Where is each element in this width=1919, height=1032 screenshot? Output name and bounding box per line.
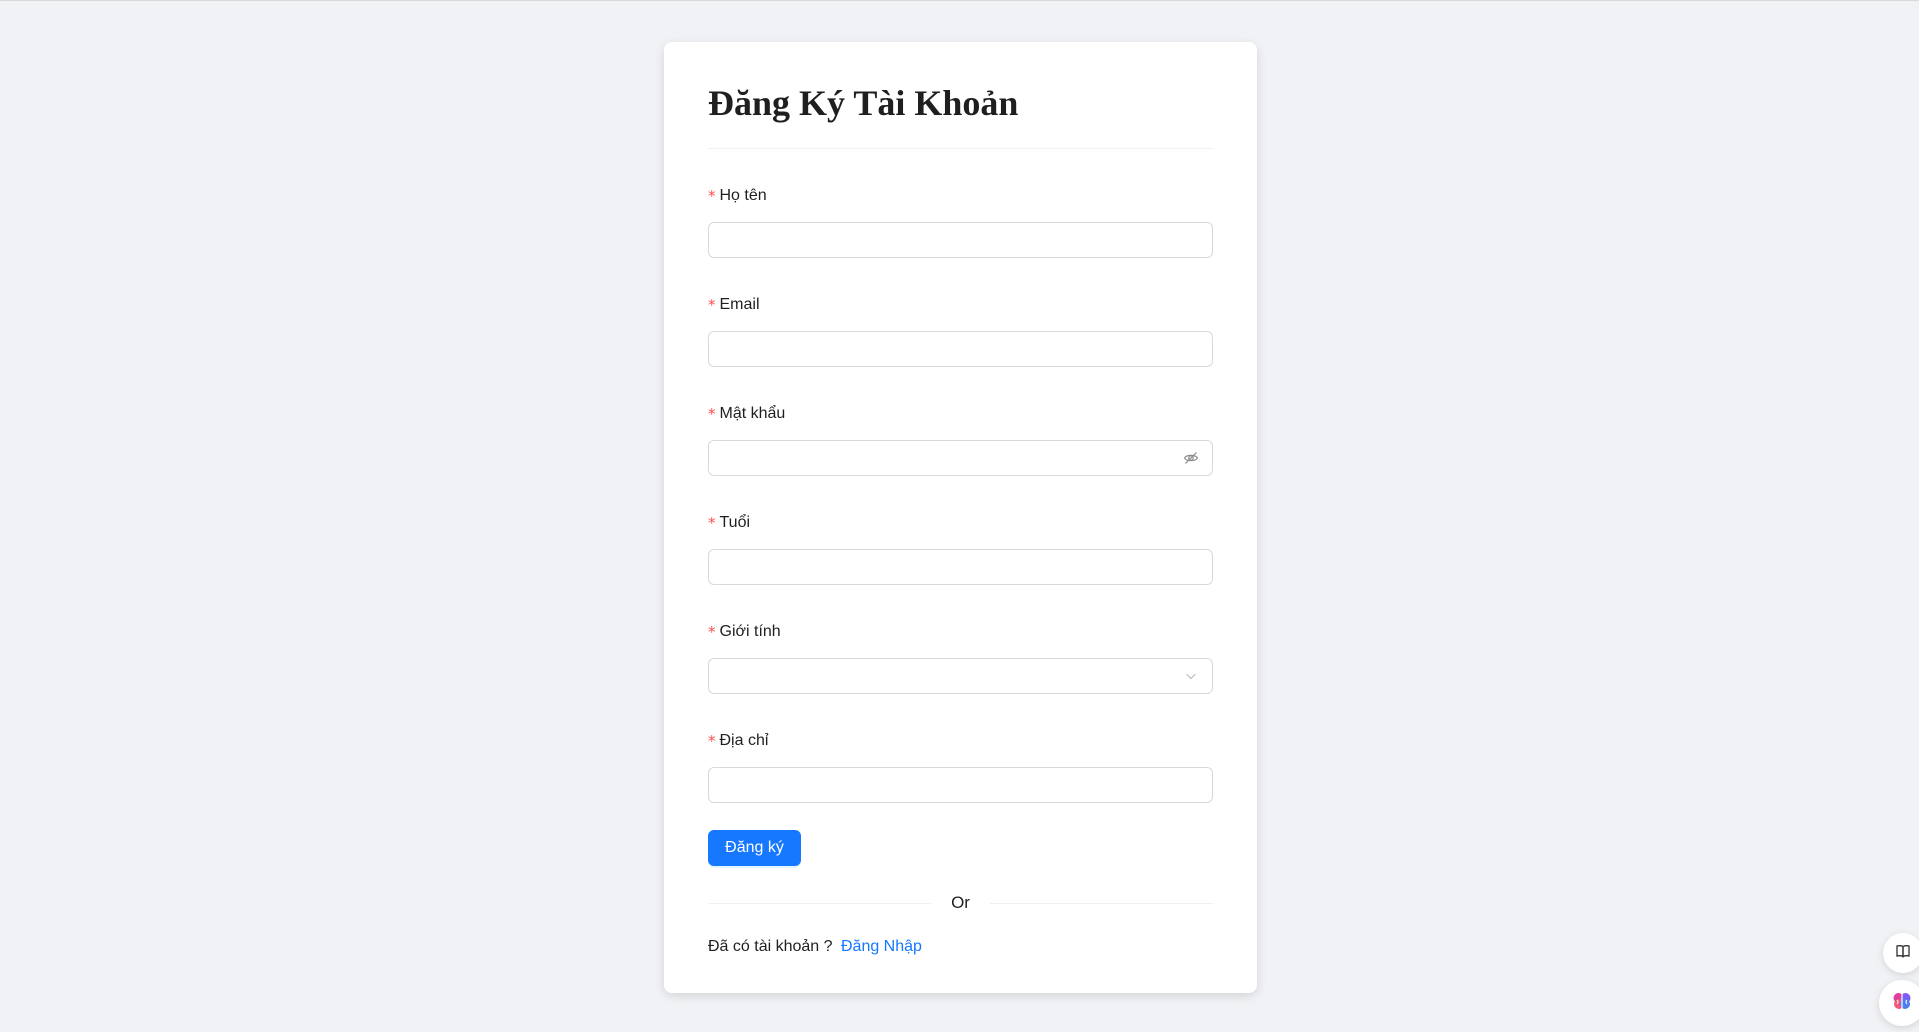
address-field[interactable] [708,767,1213,803]
field-label: * Họ tên [708,185,1213,207]
email-label: Email [719,296,760,313]
gender-label: Giới tính [719,623,781,640]
fullname-label: Họ tên [719,187,767,204]
book-button[interactable] [1883,933,1919,973]
field-label: * Tuổi [708,512,1213,534]
eye-invisible-icon[interactable] [1182,449,1200,467]
page-title: Đăng Ký Tài Khoản [708,83,1019,123]
age-label: Tuổi [719,514,751,531]
register-button[interactable]: Đăng ký [708,830,801,866]
form-item-password: * Mật khẩu [708,403,1213,476]
form-item-fullname: * Họ tên [708,185,1213,258]
form-item-gender: * Giới tính [708,621,1213,694]
field-label: * Email [708,294,1213,316]
top-border [0,0,1919,1]
divider-line [708,902,932,904]
required-mark: * [708,623,716,641]
required-mark: * [708,514,716,532]
required-mark: * [708,296,716,314]
age-input[interactable] [709,550,1212,584]
form-item-address: * Địa chỉ [708,730,1213,803]
address-label: Địa chỉ [719,732,769,749]
gender-select[interactable] [708,658,1213,694]
fullname-input[interactable] [709,223,1212,257]
field-label: * Địa chỉ [708,730,1213,752]
age-field[interactable] [708,549,1213,585]
form-item-email: * Email [708,294,1213,367]
fullname-field[interactable] [708,222,1213,258]
or-text: Or [951,893,970,912]
chevron-down-icon [1182,667,1200,685]
title-divider [708,148,1213,149]
required-mark: * [708,187,716,205]
divider-line [989,902,1214,904]
login-prompt: Đã có tài khoản ? [708,938,833,955]
brain-icon [1891,990,1913,1017]
login-link[interactable]: Đăng Nhập [841,938,922,955]
password-input[interactable] [709,441,1212,475]
email-field[interactable] [708,331,1213,367]
address-input[interactable] [709,768,1212,802]
field-label: * Mật khẩu [708,403,1213,425]
or-divider: Or [708,892,1214,914]
required-mark: * [708,405,716,423]
password-field[interactable] [708,440,1213,476]
field-label: * Giới tính [708,621,1213,643]
register-card: Đăng Ký Tài Khoản * Họ tên * Email * Mật… [664,42,1257,993]
email-input[interactable] [709,332,1212,366]
form-item-age: * Tuổi [708,512,1213,585]
book-icon [1895,943,1911,964]
assistant-button[interactable] [1879,980,1919,1026]
required-mark: * [708,732,716,750]
login-prompt-row: Đã có tài khoản ? Đăng Nhập [708,936,1213,958]
password-label: Mật khẩu [719,405,786,422]
